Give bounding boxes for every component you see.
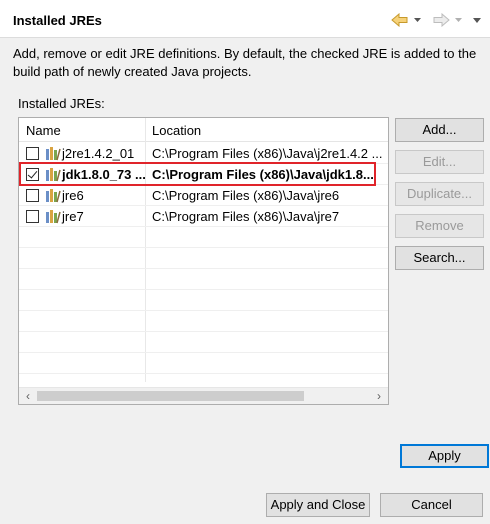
back-button[interactable] (391, 11, 422, 29)
remove-button[interactable]: Remove (395, 214, 484, 238)
row-checkbox[interactable] (26, 210, 39, 223)
jre-library-icon (46, 147, 61, 161)
view-menu-button[interactable] (472, 11, 482, 29)
jre-name: jre7 (62, 209, 84, 224)
jre-name: j2re1.4.2_01 (62, 146, 135, 161)
chevron-down-icon (455, 18, 462, 22)
jre-library-icon (46, 189, 61, 203)
add-button[interactable]: Add... (395, 118, 484, 142)
apply-and-close-button[interactable]: Apply and Close (266, 493, 370, 517)
scrollbar-thumb[interactable] (37, 391, 304, 401)
empty-row (19, 311, 388, 332)
edit-button[interactable]: Edit... (395, 150, 484, 174)
jre-name: jre6 (62, 188, 84, 203)
table-row[interactable]: jre6 C:\Program Files (x86)\Java\jre6 (19, 185, 388, 206)
column-header-name[interactable]: Name (26, 123, 61, 138)
chevron-down-icon (414, 18, 421, 22)
empty-row (19, 248, 388, 269)
jre-location: C:\Program Files (x86)\Java\jre6 (152, 188, 340, 203)
table-row[interactable]: jre7 C:\Program Files (x86)\Java\jre7 (19, 206, 388, 227)
row-checkbox[interactable] (26, 189, 39, 202)
page-title: Installed JREs (13, 13, 102, 28)
forward-arrow-icon (433, 13, 450, 27)
column-header-location[interactable]: Location (152, 123, 201, 138)
cancel-button[interactable]: Cancel (380, 493, 483, 517)
back-arrow-icon (391, 13, 408, 27)
jre-library-icon (46, 210, 61, 224)
page-header: Installed JREs (0, 0, 490, 38)
jre-location: C:\Program Files (x86)\Java\jre7 (152, 209, 340, 224)
duplicate-button[interactable]: Duplicate... (395, 182, 484, 206)
page-description: Add, remove or edit JRE definitions. By … (13, 46, 477, 79)
table-row[interactable]: j2re1.4.2_01 C:\Program Files (x86)\Java… (19, 143, 388, 164)
view-menu-icon (473, 17, 481, 23)
installed-jres-label: Installed JREs: (18, 96, 105, 111)
forward-button[interactable] (432, 11, 463, 29)
apply-button[interactable]: Apply (400, 444, 489, 468)
empty-row (19, 332, 388, 353)
jre-location: C:\Program Files (x86)\Java\j2re1.4.2 ..… (152, 146, 383, 161)
table-header: Name Location (19, 118, 388, 142)
scroll-left-icon[interactable]: ‹ (21, 389, 35, 403)
empty-row (19, 269, 388, 290)
empty-row (19, 353, 388, 374)
horizontal-scrollbar[interactable]: ‹ › (19, 387, 388, 404)
empty-row (19, 227, 388, 248)
empty-row (19, 290, 388, 311)
installed-jres-table[interactable]: Name Location j2re1.4.2_01 C:\Program Fi… (18, 117, 389, 405)
selected-row-highlight (19, 162, 376, 186)
row-checkbox[interactable] (26, 147, 39, 160)
search-button[interactable]: Search... (395, 246, 484, 270)
scroll-right-icon[interactable]: › (372, 389, 386, 403)
